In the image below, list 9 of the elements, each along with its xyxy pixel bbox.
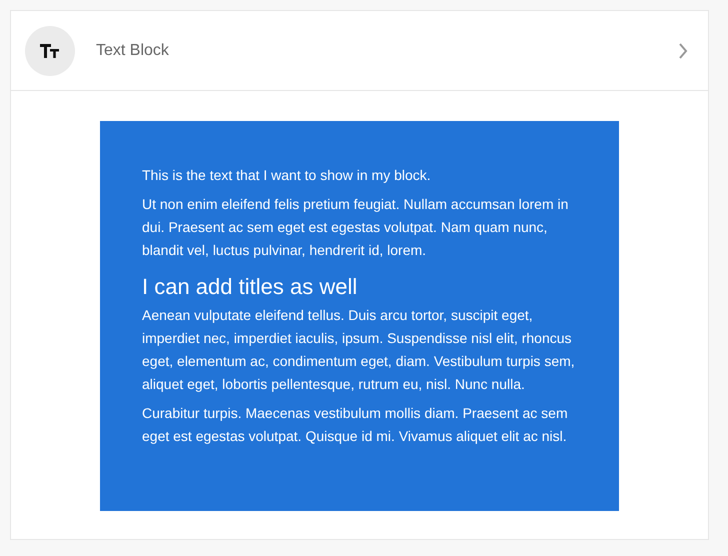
- block-heading: I can add titles as well: [142, 273, 358, 301]
- block-paragraph: This is the text that I want to show in my block.: [142, 166, 432, 185]
- block-paragraph: Aenean vulputate eleifend tellus. Duis arcu tortor, suscipit eget, imperdiet nec, imperdiet iaculis, ipsum. Suspendisse nisl elit, rhoncus eget, elementum ac, condimentum eget, diam. Vestibulum turpis sem, aliquet eget, lobortis pellentesque, rutrum eu, nisl. Nunc nulla.: [142, 306, 576, 394]
- text-size-icon: [40, 44, 60, 58]
- header-title: Text Block: [96, 42, 170, 60]
- block-paragraph: Curabitur turpis. Maecenas vestibulum mollis diam. Praesent ac sem eget est egestas volutpat. Quisque id mi. Vivamus aliquet elit ac nisl.: [142, 404, 569, 446]
- card-header[interactable]: Text Block: [11, 11, 708, 91]
- block-paragraph: Ut non enim eleifend felis pretium feugiat. Nullam accumsan lorem in dui. Praesent ac sem eget est egestas volutpat. Nam quam nunc, blandit vel, luctus pulvinar, hendrerit id, lorem.: [142, 195, 570, 260]
- chevron-right-icon[interactable]: [678, 42, 688, 58]
